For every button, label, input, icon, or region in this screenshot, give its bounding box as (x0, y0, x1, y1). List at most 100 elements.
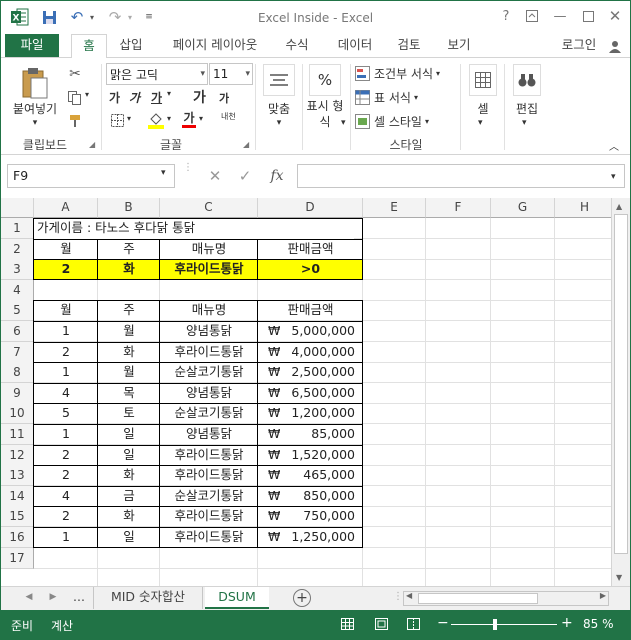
amount-cell[interactable]: 5,000,000 (258, 321, 363, 342)
month-cell[interactable]: 1 (34, 527, 98, 548)
font-size-select[interactable]: 11 ▾ (209, 63, 253, 85)
minimize-icon[interactable]: — (549, 5, 571, 27)
row-header[interactable]: 14 (1, 485, 34, 507)
row-header[interactable]: 2 (1, 238, 34, 260)
amount-cell[interactable]: 1,200,000 (258, 403, 363, 424)
month-cell[interactable]: 2 (34, 342, 98, 363)
tab-formulas[interactable]: 수식 (279, 34, 315, 58)
table-header-cell[interactable]: 주 (98, 300, 160, 321)
spreadsheet-grid[interactable]: A B C D E F G H 1 2 3 4 5 6 7 8 9 10 11 12 13 14 15 16 17 가게이름 : … (1, 198, 630, 586)
day-cell[interactable]: 월 (98, 362, 160, 383)
column-header[interactable]: F (426, 198, 491, 218)
amount-cell[interactable]: 750,000 (258, 506, 363, 527)
column-header[interactable]: B (98, 198, 160, 218)
prev-sheet-icon[interactable]: ◀ (21, 587, 37, 609)
amount-cell[interactable]: 850,000 (258, 486, 363, 507)
month-cell[interactable]: 1 (34, 362, 98, 383)
vertical-scrollbar[interactable]: ▲ ▼ (611, 198, 630, 586)
day-cell[interactable]: 일 (98, 527, 160, 548)
cancel-icon[interactable]: ✕ (205, 166, 225, 186)
alignment-button[interactable]: 맞춤 (263, 100, 295, 117)
column-header[interactable]: C (160, 198, 258, 218)
amount-cell[interactable]: 85,000 (258, 424, 363, 445)
page-break-view-icon[interactable] (407, 618, 420, 633)
formula-input[interactable] (297, 164, 625, 188)
row-header[interactable]: 13 (1, 465, 34, 487)
row-header[interactable]: 6 (1, 321, 34, 342)
day-cell[interactable]: 화 (98, 506, 160, 527)
enter-icon[interactable]: ✓ (235, 166, 255, 186)
menu-cell[interactable]: 양념통닭 (160, 383, 258, 404)
month-cell[interactable]: 2 (34, 445, 98, 466)
column-header[interactable]: A (34, 198, 98, 218)
criteria-value-cell[interactable]: 화 (98, 259, 160, 280)
table-header-cell[interactable]: 매뉴명 (160, 300, 258, 321)
next-sheet-icon[interactable]: ▶ (45, 587, 61, 609)
format-painter-icon[interactable] (67, 113, 83, 129)
font-name-select[interactable]: 맑은 고딕 ▾ (106, 63, 208, 85)
binoculars-icon[interactable] (513, 64, 541, 96)
scroll-up-icon[interactable]: ▲ (616, 202, 622, 211)
row-header[interactable]: 17 (1, 547, 34, 569)
zoom-slider[interactable] (451, 624, 557, 625)
tab-insert[interactable]: 삽입 (113, 34, 149, 58)
zoom-out-icon[interactable]: − (437, 615, 449, 631)
day-cell[interactable]: 목 (98, 383, 160, 404)
font-color-button[interactable]: 가 (181, 110, 197, 130)
tab-split-grip-icon[interactable]: ⋮ (393, 587, 403, 609)
amount-cell[interactable]: 4,000,000 (258, 342, 363, 363)
row-header[interactable]: 5 (1, 300, 34, 322)
row-header[interactable]: 16 (1, 527, 34, 548)
paste-dropdown-icon[interactable]: ▾ (29, 118, 41, 128)
row-header[interactable]: 7 (1, 341, 34, 363)
alignment-dropdown-icon[interactable]: ▾ (273, 118, 285, 128)
tab-view[interactable]: 보기 (441, 34, 477, 58)
month-cell[interactable]: 4 (34, 383, 98, 404)
row-header[interactable]: 11 (1, 424, 34, 445)
criteria-header-cell[interactable]: 판매금액 (258, 239, 363, 260)
day-cell[interactable]: 일 (98, 445, 160, 466)
vertical-scroll-thumb[interactable] (614, 214, 628, 554)
table-header-cell[interactable]: 판매금액 (258, 300, 363, 321)
font-grow-button[interactable]: 가 (193, 87, 207, 107)
month-cell[interactable]: 4 (34, 486, 98, 507)
border-dropdown-icon[interactable]: ▾ (127, 114, 137, 123)
menu-cell[interactable]: 후라이드통닭 (160, 527, 258, 548)
collapse-ribbon-icon[interactable]: ︿ (609, 138, 623, 153)
scroll-down-icon[interactable]: ▼ (616, 573, 622, 582)
horizontal-scroll-thumb[interactable] (418, 593, 538, 604)
criteria-value-cell[interactable]: 2 (34, 259, 98, 280)
scroll-right-icon[interactable]: ▶ (600, 591, 606, 600)
tab-page-layout[interactable]: 페이지 레이아웃 (161, 34, 269, 58)
border-icon[interactable] (109, 112, 125, 128)
amount-cell[interactable]: 2,500,000 (258, 362, 363, 383)
row-header[interactable]: 10 (1, 403, 34, 425)
menu-cell[interactable]: 후라이드통닭 (160, 445, 258, 466)
phonetic-button[interactable]: 내천 (221, 112, 245, 121)
copy-dropdown-icon[interactable]: ▾ (85, 90, 95, 99)
normal-view-icon[interactable] (341, 618, 354, 633)
expand-formula-icon[interactable]: ▾ (611, 172, 621, 182)
column-header[interactable]: H (555, 198, 615, 218)
underline-dropdown-icon[interactable]: ▾ (167, 89, 177, 98)
menu-cell[interactable]: 순살코기통닭 (160, 362, 258, 383)
amount-cell[interactable]: 465,000 (258, 465, 363, 486)
row-header[interactable]: 4 (1, 279, 34, 301)
menu-cell[interactable]: 양념통닭 (160, 424, 258, 445)
cells-dropdown-icon[interactable]: ▾ (478, 118, 488, 128)
column-header[interactable]: E (363, 198, 426, 218)
editing-button[interactable]: 편집 (509, 100, 545, 117)
menu-cell[interactable]: 후라이드통닭 (160, 506, 258, 527)
scroll-left-icon[interactable]: ◀ (406, 591, 412, 600)
cell-styles-button[interactable]: 셀 스타일 ▾ (355, 112, 455, 130)
row-header[interactable]: 15 (1, 506, 34, 528)
insert-function-icon[interactable]: fx (267, 166, 287, 186)
conditional-format-button[interactable]: 조건부 서식 ▾ (355, 64, 455, 82)
amount-cell[interactable]: 6,500,000 (258, 383, 363, 404)
zoom-in-icon[interactable]: + (561, 615, 573, 631)
help-icon[interactable]: ? (495, 5, 517, 27)
copy-icon[interactable] (67, 90, 83, 106)
zoom-slider-thumb[interactable] (493, 619, 497, 630)
day-cell[interactable]: 화 (98, 342, 160, 363)
percent-icon[interactable]: % (309, 64, 341, 96)
